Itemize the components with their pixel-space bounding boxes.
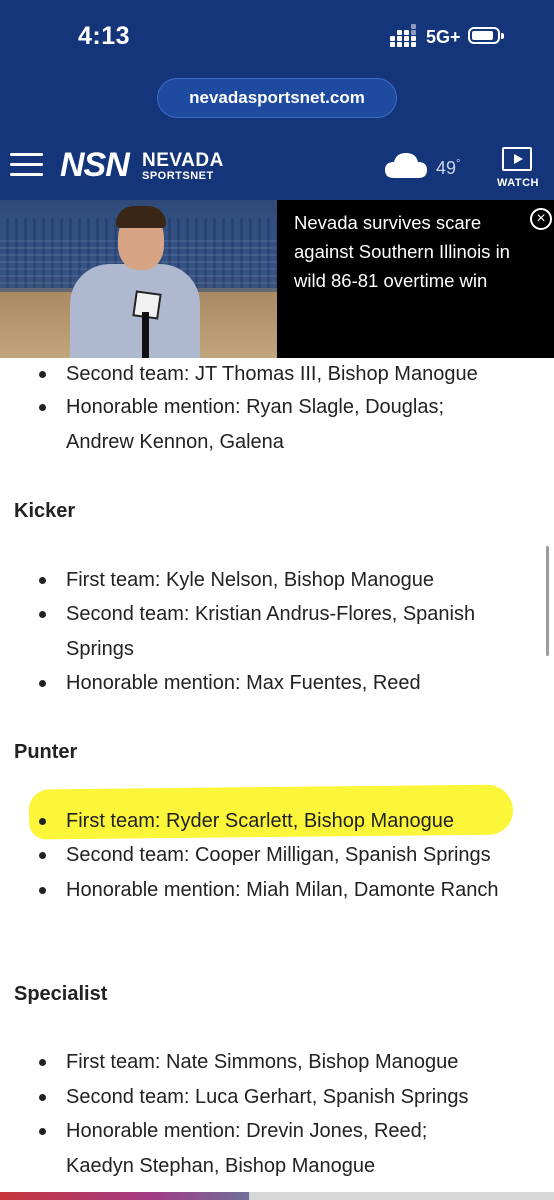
list-item-text: First team: Kyle Nelson, Bishop Manogue <box>66 569 434 591</box>
video-thumbnail[interactable] <box>0 200 277 358</box>
section-heading-punter: Punter <box>14 741 78 763</box>
bullet <box>39 818 46 825</box>
site-logo-text[interactable]: NEVADA SPORTSNET <box>142 150 224 182</box>
address-bar[interactable]: nevadasportsnet.com <box>157 78 397 118</box>
bullet <box>39 1094 46 1101</box>
watch-label: WATCH <box>496 177 539 189</box>
list-item-text: Honorable mention: Ryan Slagle, Douglas;… <box>66 396 444 453</box>
site-header: NSN NEVADA SPORTSNET 49° WATCH <box>0 130 554 200</box>
list-item: First team: Kyle Nelson, Bishop Manogue <box>0 563 500 598</box>
list-item: Honorable mention: Max Fuentes, Reed <box>0 666 500 701</box>
close-icon[interactable]: × <box>530 208 552 230</box>
reading-progress-fill <box>0 1192 250 1200</box>
video-title[interactable]: Nevada survives scare against Southern I… <box>294 208 532 295</box>
list-item-text: First team: Ryder Scarlett, Bishop Manog… <box>66 810 454 832</box>
list-item: Honorable mention: Drevin Jones, Reed; K… <box>0 1114 500 1183</box>
status-bar: 4:13 5G+ <box>0 0 554 72</box>
reporter-hair <box>116 206 166 228</box>
section-heading-specialist: Specialist <box>14 983 108 1005</box>
bullet <box>39 887 46 894</box>
logo-line-1: NEVADA <box>142 150 224 171</box>
list-item: Second team: Kristian Andrus-Flores, Spa… <box>0 597 500 666</box>
list-item: Honorable mention: Ryan Slagle, Douglas;… <box>0 390 500 459</box>
temperature-value: 49 <box>436 158 457 178</box>
bullet <box>39 404 46 411</box>
video-banner[interactable]: Nevada survives scare against Southern I… <box>0 200 554 358</box>
list-item: Second team: Cooper Milligan, Spanish Sp… <box>0 838 500 873</box>
list-item: Second team: Luca Gerhart, Spanish Sprin… <box>0 1080 500 1115</box>
bullet <box>39 1059 46 1066</box>
list-item-text: Honorable mention: Drevin Jones, Reed; K… <box>66 1120 428 1177</box>
scrollbar[interactable] <box>546 546 549 656</box>
list-item: First team: Ryder Scarlett, Bishop Manog… <box>0 804 500 839</box>
status-time: 4:13 <box>78 22 131 50</box>
bullet <box>39 852 46 859</box>
temperature-unit: ° <box>456 158 461 170</box>
logo-line-2: SPORTSNET <box>142 170 214 182</box>
bullet <box>39 371 46 378</box>
bullet <box>39 1128 46 1135</box>
weather-temperature[interactable]: 49° <box>436 158 460 179</box>
top-chrome: 4:13 5G+ nevadasportsnet.com NSN NEVADA … <box>0 0 554 200</box>
list-item-text: Honorable mention: Max Fuentes, Reed <box>66 672 421 694</box>
bullet <box>39 577 46 584</box>
list-item-text: Second team: JT Thomas III, Bishop Manog… <box>66 363 478 385</box>
signal-icon <box>390 24 420 48</box>
cloud-icon <box>385 153 427 178</box>
list-item-text: Second team: Cooper Milligan, Spanish Sp… <box>66 844 491 866</box>
list-item-text: Honorable mention: Miah Milan, Damonte R… <box>66 879 499 901</box>
microphone-handle <box>142 312 149 358</box>
section-heading-kicker: Kicker <box>14 500 76 522</box>
battery-icon <box>468 27 504 44</box>
bullet <box>39 611 46 618</box>
list-item-text: Second team: Kristian Andrus-Flores, Spa… <box>66 603 476 660</box>
bullet <box>39 680 46 687</box>
list-item: First team: Nate Simmons, Bishop Manogue <box>0 1045 500 1080</box>
watch-button[interactable]: WATCH <box>494 147 544 191</box>
reading-progress-bar <box>0 1192 554 1200</box>
list-item-text: Second team: Luca Gerhart, Spanish Sprin… <box>66 1086 469 1108</box>
network-type: 5G+ <box>426 27 461 47</box>
address-bar-url: nevadasportsnet.com <box>189 88 365 107</box>
list-item: Second team: JT Thomas III, Bishop Manog… <box>0 357 500 392</box>
list-item-text: First team: Nate Simmons, Bishop Manogue <box>66 1051 459 1073</box>
site-logo[interactable]: NSN <box>60 148 130 182</box>
list-item: Honorable mention: Miah Milan, Damonte R… <box>0 873 500 908</box>
hamburger-icon[interactable] <box>10 153 43 177</box>
play-icon <box>502 147 532 171</box>
